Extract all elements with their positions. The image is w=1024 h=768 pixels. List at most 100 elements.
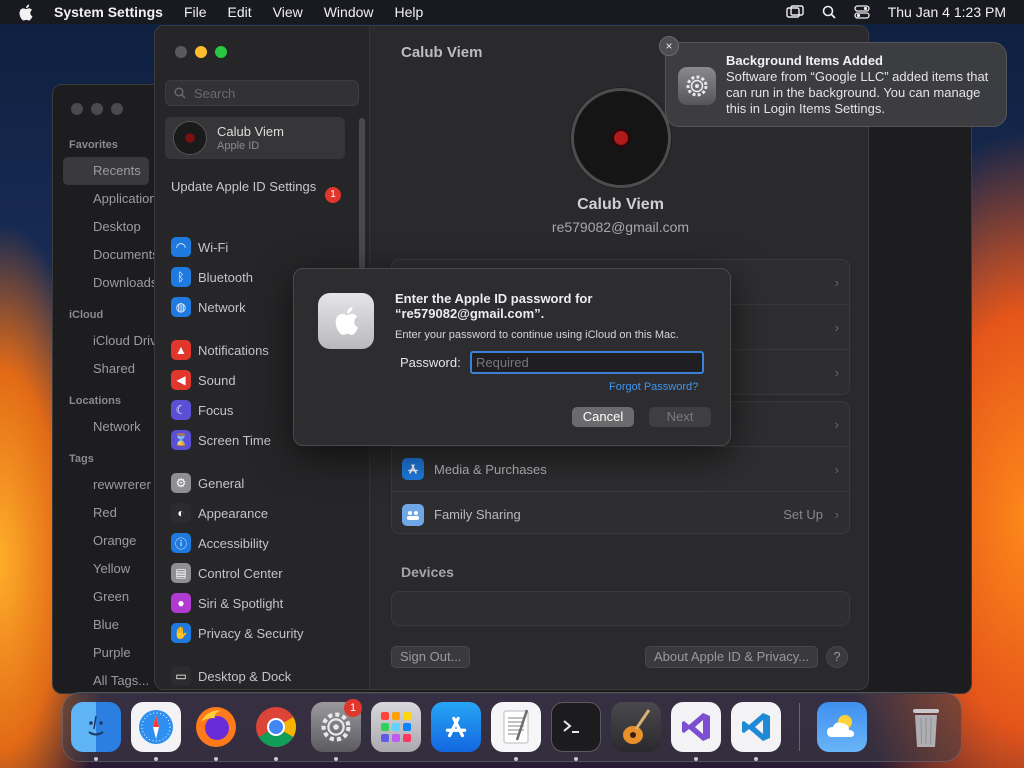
finder-item-recents[interactable]: Recents (63, 157, 149, 185)
bell-icon: ▲ (171, 340, 191, 360)
family-sharing-value: Set Up (783, 507, 823, 522)
sidebar-item-appearance[interactable]: ◐ Appearance (171, 498, 361, 528)
menu-edit[interactable]: Edit (228, 4, 252, 20)
help-button[interactable]: ? (826, 646, 848, 668)
about-apple-id-button[interactable]: About Apple ID & Privacy... (645, 646, 819, 668)
settings-zoom-button[interactable] (215, 46, 227, 58)
menu-app-name[interactable]: System Settings (54, 4, 163, 20)
finder-minimize-button[interactable] (91, 103, 103, 115)
spotlight-search-icon[interactable] (822, 5, 836, 19)
gear-icon (678, 67, 716, 105)
finder-tag-all-tags[interactable]: All Tags... (53, 667, 155, 693)
finder-tag-yellow[interactable]: Yellow (53, 555, 155, 583)
sidebar-item-control-center[interactable]: ▤ Control Center (171, 558, 361, 588)
update-badge: 1 (325, 187, 341, 203)
terminal-icon[interactable] (551, 702, 601, 752)
search-placeholder: Search (194, 85, 236, 101)
finder-tag-red[interactable]: Red (53, 499, 155, 527)
settings-minimize-button[interactable] (195, 46, 207, 58)
sidebar-item-label: Appearance (198, 505, 269, 521)
devices-title: Devices (401, 564, 454, 580)
menu-window[interactable]: Window (324, 4, 374, 20)
finder-tag-rewwrerer[interactable]: rewwrerer (53, 471, 155, 499)
apple-menu-icon[interactable] (18, 4, 40, 21)
garageband-icon[interactable] (611, 702, 661, 752)
sidebar-apple-id-account[interactable]: Calub Viem Apple ID (165, 117, 345, 159)
finder-item-desktop[interactable]: Desktop (53, 213, 155, 241)
finder-tag-purple[interactable]: Purple (53, 639, 155, 667)
password-label: Password: (400, 355, 461, 370)
visual-studio-icon[interactable] (671, 702, 721, 752)
finder-item-shared[interactable]: Shared (53, 355, 155, 383)
finder-tag-orange[interactable]: Orange (53, 527, 155, 555)
settings-search-input[interactable]: Search (165, 80, 359, 106)
profile-email: re579082@gmail.com (551, 219, 690, 235)
media-purchases-row[interactable]: Media & Purchases › (392, 447, 849, 492)
launchpad-icon[interactable] (371, 702, 421, 752)
textedit-icon[interactable] (491, 702, 541, 752)
dock-separator (799, 703, 800, 751)
sidebar-item-label: Screen Time (198, 432, 271, 448)
sidebar-item-desktop-dock[interactable]: ▭ Desktop & Dock (171, 661, 361, 689)
account-name: Calub Viem (217, 124, 284, 139)
notification-close-icon[interactable]: × (659, 36, 679, 56)
system-settings-badge: 1 (344, 699, 362, 717)
notification-body: Software from “Google LLC” added items t… (726, 69, 989, 116)
sidebar-item-general[interactable]: ⚙ General (171, 468, 361, 498)
search-icon (174, 87, 186, 99)
sidebar-item-label: Desktop & Dock (198, 668, 292, 684)
sidebar-item-label: Control Center (198, 565, 283, 581)
finder-item-downloads[interactable]: Downloads (53, 269, 155, 297)
dock-icon: ▭ (171, 666, 191, 686)
sidebar-item-label: Accessibility (198, 535, 269, 551)
finder-zoom-button[interactable] (111, 103, 123, 115)
screen-mirroring-icon[interactable] (786, 5, 804, 19)
settings-traffic-lights (175, 46, 235, 58)
weather-icon[interactable] (817, 702, 867, 752)
finder-tag-blue[interactable]: Blue (53, 611, 155, 639)
family-sharing-row[interactable]: Family Sharing Set Up › (392, 492, 849, 537)
password-field[interactable] (470, 351, 704, 374)
nav-group-spacer (171, 648, 361, 661)
finder-traffic-lights (71, 103, 131, 115)
vscode-icon[interactable] (731, 702, 781, 752)
finder-icon[interactable] (71, 702, 121, 752)
account-subtitle: Apple ID (217, 140, 260, 152)
menu-help[interactable]: Help (395, 4, 424, 20)
finder-section-locations: Locations (69, 395, 121, 407)
finder-close-button[interactable] (71, 103, 83, 115)
control-center-menu-icon[interactable] (854, 5, 870, 19)
sidebar-item-siri-spotlight[interactable]: ● Siri & Spotlight (171, 588, 361, 618)
safari-icon[interactable] (131, 702, 181, 752)
menu-clock[interactable]: Thu Jan 4 1:23 PM (888, 4, 1006, 20)
sidebar-update-apple-id[interactable]: Update Apple ID Settings 1 (171, 179, 351, 203)
sign-out-button[interactable]: Sign Out... (391, 646, 471, 668)
trash-icon[interactable] (901, 702, 951, 752)
sidebar-item-label: Wi-Fi (198, 239, 229, 255)
menu-view[interactable]: View (273, 4, 303, 20)
chevron-right-icon: › (834, 416, 839, 432)
background-items-notification[interactable]: × Background Items Added Software from “… (659, 36, 1007, 127)
sidebar-item-accessibility[interactable]: ⓘ Accessibility (171, 528, 361, 558)
hand-icon: ✋ (171, 623, 191, 643)
profile-avatar[interactable] (571, 88, 671, 188)
sidebar-item-label: Sound (198, 372, 236, 388)
finder-item-network[interactable]: Network (53, 413, 155, 441)
chevron-right-icon: › (834, 365, 839, 380)
menu-file[interactable]: File (184, 4, 207, 20)
settings-close-button[interactable] (175, 46, 187, 58)
finder-item-icloud-drive[interactable]: iCloud Drive (53, 327, 155, 355)
dialog-message: Enter your password to continue using iC… (395, 329, 679, 341)
sidebar-item-wi-fi[interactable]: ◠ Wi-Fi (171, 232, 361, 262)
next-button[interactable]: Next (649, 407, 711, 427)
finder-item-applications[interactable]: Applications (53, 185, 155, 213)
forgot-password-link[interactable]: Forgot Password? (609, 381, 698, 393)
app-store-icon[interactable] (431, 702, 481, 752)
sidebar-item-privacy-security[interactable]: ✋ Privacy & Security (171, 618, 361, 648)
finder-item-documents[interactable]: Documents (53, 241, 155, 269)
cancel-button[interactable]: Cancel (572, 407, 634, 427)
bluetooth-icon: ᛒ (171, 267, 191, 287)
chrome-icon[interactable] (251, 702, 301, 752)
firefox-icon[interactable] (191, 702, 241, 752)
finder-tag-green[interactable]: Green (53, 583, 155, 611)
